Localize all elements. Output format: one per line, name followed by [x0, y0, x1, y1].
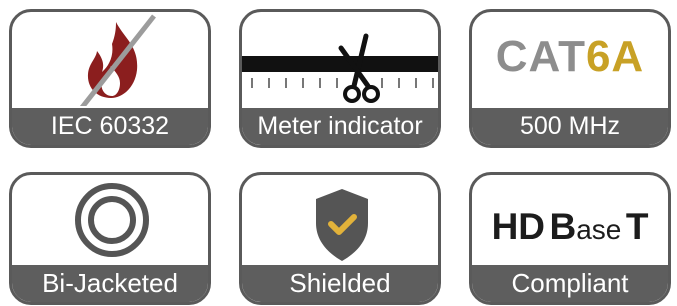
tile-icon-area: CAT6A [472, 12, 668, 106]
t-text: T [625, 206, 649, 247]
feature-tile-meter: Meter indicator [239, 9, 441, 148]
feature-label: IEC 60332 [12, 108, 208, 145]
feature-label: Bi-Jacketed [12, 265, 208, 302]
feature-tile-bi-jacketed: Bi-Jacketed [9, 172, 211, 305]
feature-tile-hdbaset: HD Base T Compliant [469, 172, 671, 305]
feature-label: Shielded [242, 265, 438, 302]
shield-check-icon [316, 189, 368, 261]
tile-icon-area: HD Base T [472, 175, 668, 269]
double-ring-icon [75, 183, 149, 257]
ruler-scissors-icon [242, 33, 438, 103]
tile-icon-area [242, 175, 438, 269]
ase-text: ase [576, 214, 622, 245]
flame-crossed-icon [79, 14, 156, 106]
feature-label: 500 MHz [472, 108, 668, 145]
cat6a-logo: CAT6A [472, 32, 668, 82]
hdbaset-logo: HD Base T [472, 206, 668, 248]
tile-icon-area [12, 175, 208, 269]
hd-text: HD [491, 206, 546, 247]
feature-tile-cat6a: CAT6A 500 MHz [469, 9, 671, 148]
tile-icon-area [12, 12, 208, 106]
feature-label: Meter indicator [242, 108, 438, 145]
cat-text: CAT [495, 32, 586, 81]
tile-icon-area [242, 12, 438, 106]
b-text: B [549, 206, 577, 247]
category-6a-text: 6A [585, 32, 645, 81]
feature-label: Compliant [472, 265, 668, 302]
feature-tile-iec: IEC 60332 [9, 9, 211, 148]
feature-tile-shielded: Shielded [239, 172, 441, 305]
